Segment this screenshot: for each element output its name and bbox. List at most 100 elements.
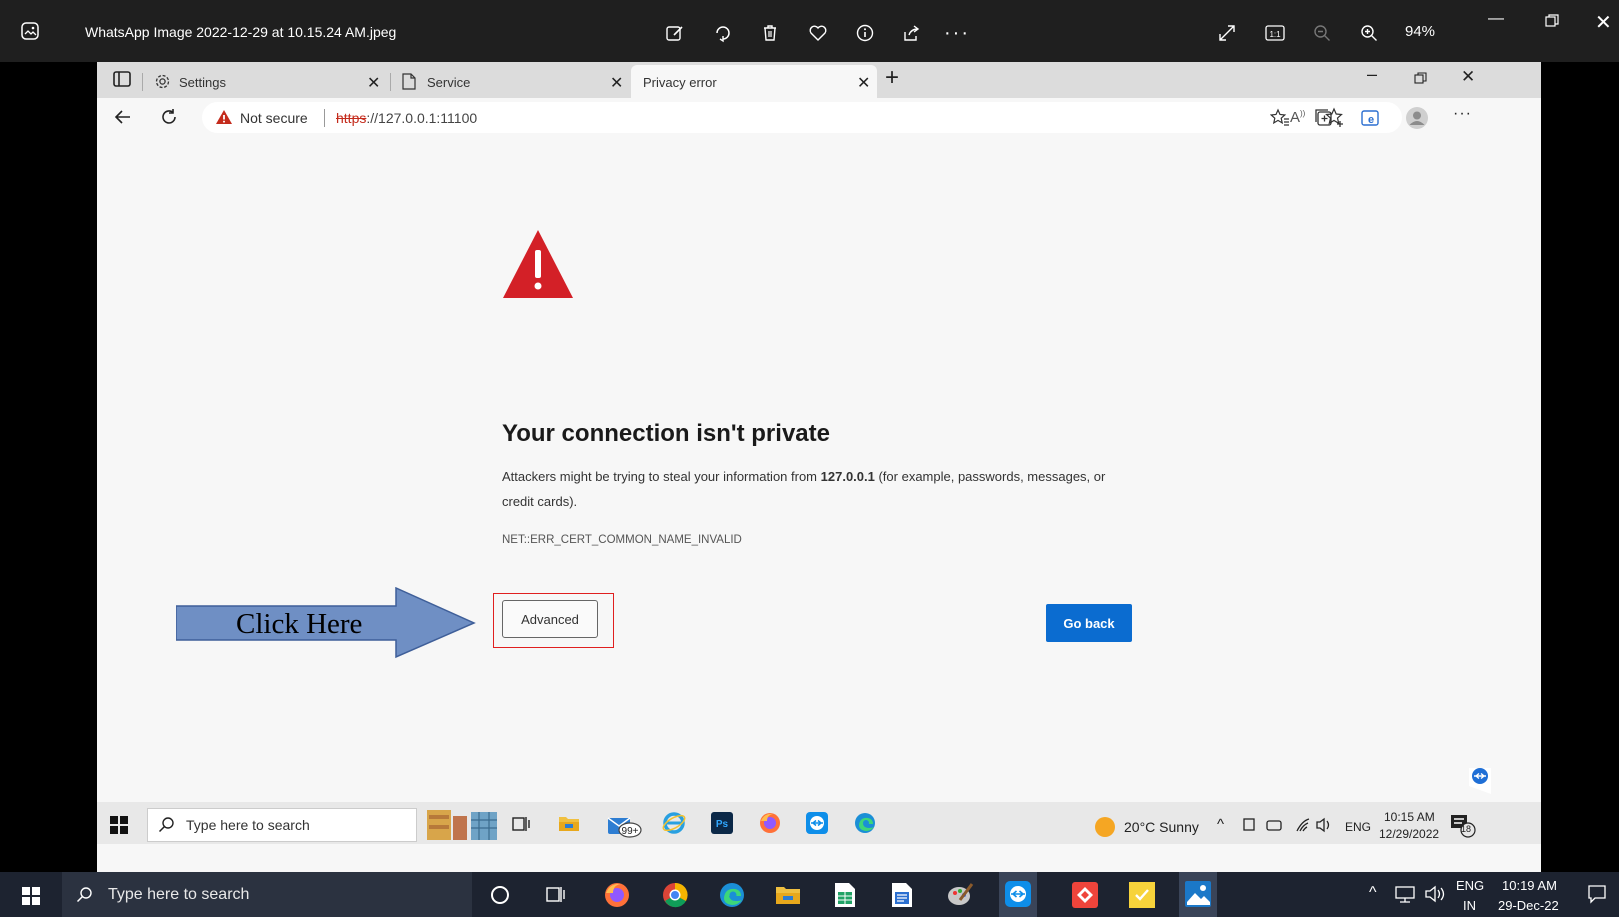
collections-icon[interactable]	[1314, 108, 1334, 128]
edge-icon[interactable]	[718, 881, 746, 909]
zoom-out-icon[interactable]	[1309, 20, 1335, 46]
firefox-icon[interactable]	[603, 881, 631, 909]
error-description: Attackers might be trying to steal your …	[502, 464, 1112, 514]
fullscreen-icon[interactable]	[1214, 20, 1240, 46]
browser-close-icon[interactable]: ✕	[1461, 67, 1475, 87]
mail-badge: 99+	[622, 826, 639, 837]
photos-app-icon	[20, 21, 40, 41]
task-view-icon[interactable]	[512, 815, 530, 833]
read-aloud-icon[interactable]: A))	[1290, 109, 1305, 126]
file-explorer-icon[interactable]	[558, 814, 580, 832]
favorites-icon[interactable]	[1270, 108, 1290, 128]
tray-chevron-icon[interactable]: ^	[1217, 816, 1224, 833]
photos-taskbar-button[interactable]	[1179, 872, 1217, 917]
tab-service[interactable]: Service ✕	[397, 65, 629, 98]
windows-start-icon[interactable]	[110, 816, 128, 834]
rotate-icon[interactable]	[710, 20, 736, 46]
clock-time[interactable]: 10:19 AM	[1502, 878, 1557, 893]
close-icon[interactable]: ✕	[1595, 10, 1612, 35]
ie-mode-icon[interactable]: e	[1360, 108, 1380, 128]
task-view-icon[interactable]	[546, 885, 566, 905]
back-icon[interactable]	[113, 107, 133, 127]
profile-avatar-icon[interactable]	[1405, 106, 1429, 130]
mail-app-icon[interactable]: 99+	[606, 810, 642, 838]
error-code: NET::ERR_CERT_COMMON_NAME_INVALID	[502, 534, 742, 546]
url-text[interactable]: https://127.0.0.1:11100	[336, 110, 477, 126]
restore-icon[interactable]	[1545, 14, 1559, 28]
go-back-button[interactable]: Go back	[1046, 604, 1132, 642]
tray-chevron-icon[interactable]: ^	[1369, 884, 1377, 902]
delete-icon[interactable]	[757, 20, 783, 46]
sticky-notes-icon[interactable]	[1128, 881, 1156, 909]
browser-minimize-icon[interactable]: –	[1367, 64, 1377, 85]
tray-icons[interactable]	[1242, 816, 1342, 834]
tab-close-icon[interactable]: ✕	[610, 73, 623, 93]
teamviewer-side-icon[interactable]	[1467, 766, 1491, 796]
edit-image-icon[interactable]	[662, 20, 688, 46]
search-highlight-icon[interactable]	[427, 806, 499, 842]
inner-lang[interactable]: ENG	[1345, 820, 1371, 834]
lang-top[interactable]: ENG	[1456, 878, 1484, 893]
info-icon[interactable]	[852, 20, 878, 46]
url-divider	[324, 109, 325, 127]
volume-icon[interactable]	[1424, 885, 1446, 903]
new-tab-icon[interactable]: +	[885, 64, 899, 92]
page-icon	[402, 73, 416, 90]
chrome-icon[interactable]	[661, 881, 689, 909]
photoshop-icon[interactable]: Ps	[710, 811, 734, 835]
advanced-button[interactable]: Advanced	[502, 600, 598, 638]
url-host: ://127.0.0.1:11100	[366, 110, 478, 126]
inner-weather[interactable]: 20°C Sunny	[1124, 819, 1199, 835]
refresh-icon[interactable]	[159, 107, 179, 127]
lang-bottom[interactable]: IN	[1463, 898, 1476, 913]
more-icon[interactable]: ···	[944, 22, 970, 45]
actual-size-icon[interactable]: 1:1	[1262, 20, 1288, 46]
spreadsheet-icon[interactable]	[834, 882, 856, 908]
security-label[interactable]: Not secure	[240, 110, 308, 126]
tab-separator	[142, 73, 143, 91]
settings-more-icon[interactable]: ···	[1453, 105, 1472, 123]
photo-viewer-titlebar: WhatsApp Image 2022-12-29 at 10.15.24 AM…	[0, 0, 1619, 62]
browser-restore-icon[interactable]	[1414, 72, 1427, 85]
paint-icon[interactable]	[946, 882, 974, 908]
tab-close-icon[interactable]: ✕	[857, 73, 870, 93]
windows-start-icon[interactable]	[22, 887, 40, 905]
ie-browser-icon[interactable]	[662, 811, 686, 835]
cortana-icon[interactable]	[491, 886, 509, 904]
file-explorer-icon[interactable]	[775, 884, 801, 906]
teamviewer-taskbar-button[interactable]	[999, 872, 1037, 917]
network-icon[interactable]	[1394, 885, 1416, 903]
error-desc-text: Attackers might be trying to steal your …	[502, 469, 821, 484]
action-center-icon[interactable]	[1587, 884, 1607, 904]
warning-icon	[502, 228, 574, 300]
tab-close-icon[interactable]: ✕	[367, 73, 380, 93]
inner-date[interactable]: 12/29/2022	[1379, 827, 1439, 841]
anydesk-icon[interactable]	[1071, 881, 1099, 909]
url-field[interactable]: Not secure https://127.0.0.1:11100 A))	[202, 102, 1402, 133]
share-icon[interactable]	[898, 20, 924, 46]
zoom-in-icon[interactable]	[1356, 20, 1382, 46]
edge-icon[interactable]	[853, 811, 877, 835]
firefox-icon[interactable]	[758, 811, 782, 835]
url-scheme: https	[336, 110, 367, 126]
tab-label: Service	[427, 75, 471, 90]
windows-taskbar: Type here to search ^ ENG IN 10:19 AM 29…	[0, 872, 1619, 917]
tab-privacy-error[interactable]: Privacy error ✕	[631, 65, 877, 98]
tab-separator	[390, 73, 391, 91]
inner-search-box[interactable]: Type here to search	[147, 808, 417, 842]
notification-icon[interactable]: 18	[1450, 814, 1478, 838]
clock-date[interactable]: 29-Dec-22	[1498, 898, 1559, 913]
notification-count: 18	[1461, 824, 1472, 834]
document-icon[interactable]	[891, 882, 913, 908]
tab-strip: Settings ✕ Service ✕ Privacy error ✕ + –…	[97, 62, 1541, 98]
favorite-icon[interactable]	[805, 20, 831, 46]
taskbar-search-box[interactable]: Type here to search	[62, 872, 472, 917]
photo-frame-right	[1541, 62, 1619, 872]
click-here-label: Click Here	[236, 608, 363, 640]
tab-settings[interactable]: Settings ✕	[149, 65, 389, 98]
minimize-icon[interactable]: —	[1488, 10, 1504, 28]
tab-actions-icon[interactable]	[113, 71, 131, 87]
inner-time[interactable]: 10:15 AM	[1384, 810, 1435, 824]
teamviewer-icon[interactable]	[805, 811, 829, 835]
tab-label: Privacy error	[643, 75, 717, 90]
